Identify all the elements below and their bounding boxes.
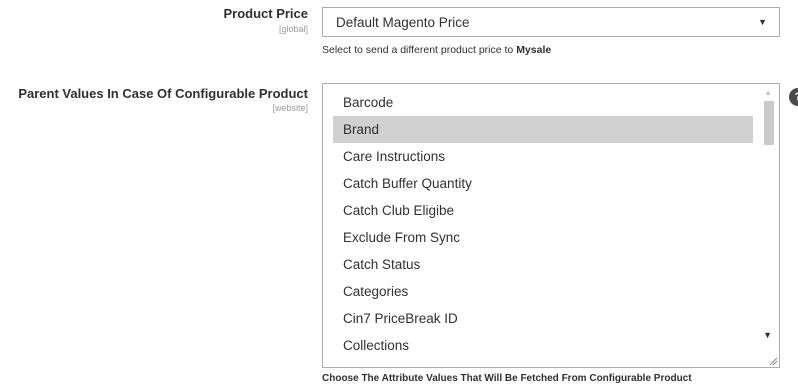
scroll-up-arrow-icon[interactable]: ▲ [764, 88, 772, 97]
option-brand[interactable]: Brand [333, 116, 753, 143]
question-mark-icon[interactable]: ? [789, 88, 798, 106]
option-barcode[interactable]: Barcode [333, 89, 753, 116]
parent-values-note: Choose The Attribute Values That Will Be… [322, 373, 692, 384]
product-price-selected-value: Default Magento Price [336, 15, 470, 30]
product-price-select[interactable]: Default Magento Price ▼ [322, 7, 780, 37]
product-price-note-bold: Mysale [516, 44, 552, 56]
option-collections[interactable]: Collections [333, 332, 753, 359]
product-price-scope: [global] [278, 24, 308, 34]
option-catch-club-eligibe[interactable]: Catch Club Eligibe [333, 197, 753, 224]
scrollbar-thumb[interactable] [764, 101, 774, 145]
product-price-note: Select to send a different product price… [322, 44, 551, 56]
product-price-label: Product Price [223, 6, 308, 21]
resize-grip-icon[interactable] [768, 356, 778, 366]
product-price-note-text: Select to send a different product price… [322, 44, 517, 56]
option-catch-status[interactable]: Catch Status [333, 251, 753, 278]
option-exclude-from-sync[interactable]: Exclude From Sync [333, 224, 753, 251]
scroll-down-arrow-icon[interactable]: ▼ [763, 330, 772, 340]
chevron-down-icon: ▼ [758, 17, 767, 27]
parent-values-scope: [website] [272, 103, 308, 113]
option-categories[interactable]: Categories [333, 278, 753, 305]
option-catch-buffer-quantity[interactable]: Catch Buffer Quantity [333, 170, 753, 197]
parent-values-multiselect[interactable]: Barcode Brand Care Instructions Catch Bu… [322, 83, 780, 368]
option-cin7-pricebreak-id[interactable]: Cin7 PriceBreak ID [333, 305, 753, 332]
parent-values-label: Parent Values In Case Of Configurable Pr… [18, 86, 308, 101]
option-care-instructions[interactable]: Care Instructions [333, 143, 753, 170]
